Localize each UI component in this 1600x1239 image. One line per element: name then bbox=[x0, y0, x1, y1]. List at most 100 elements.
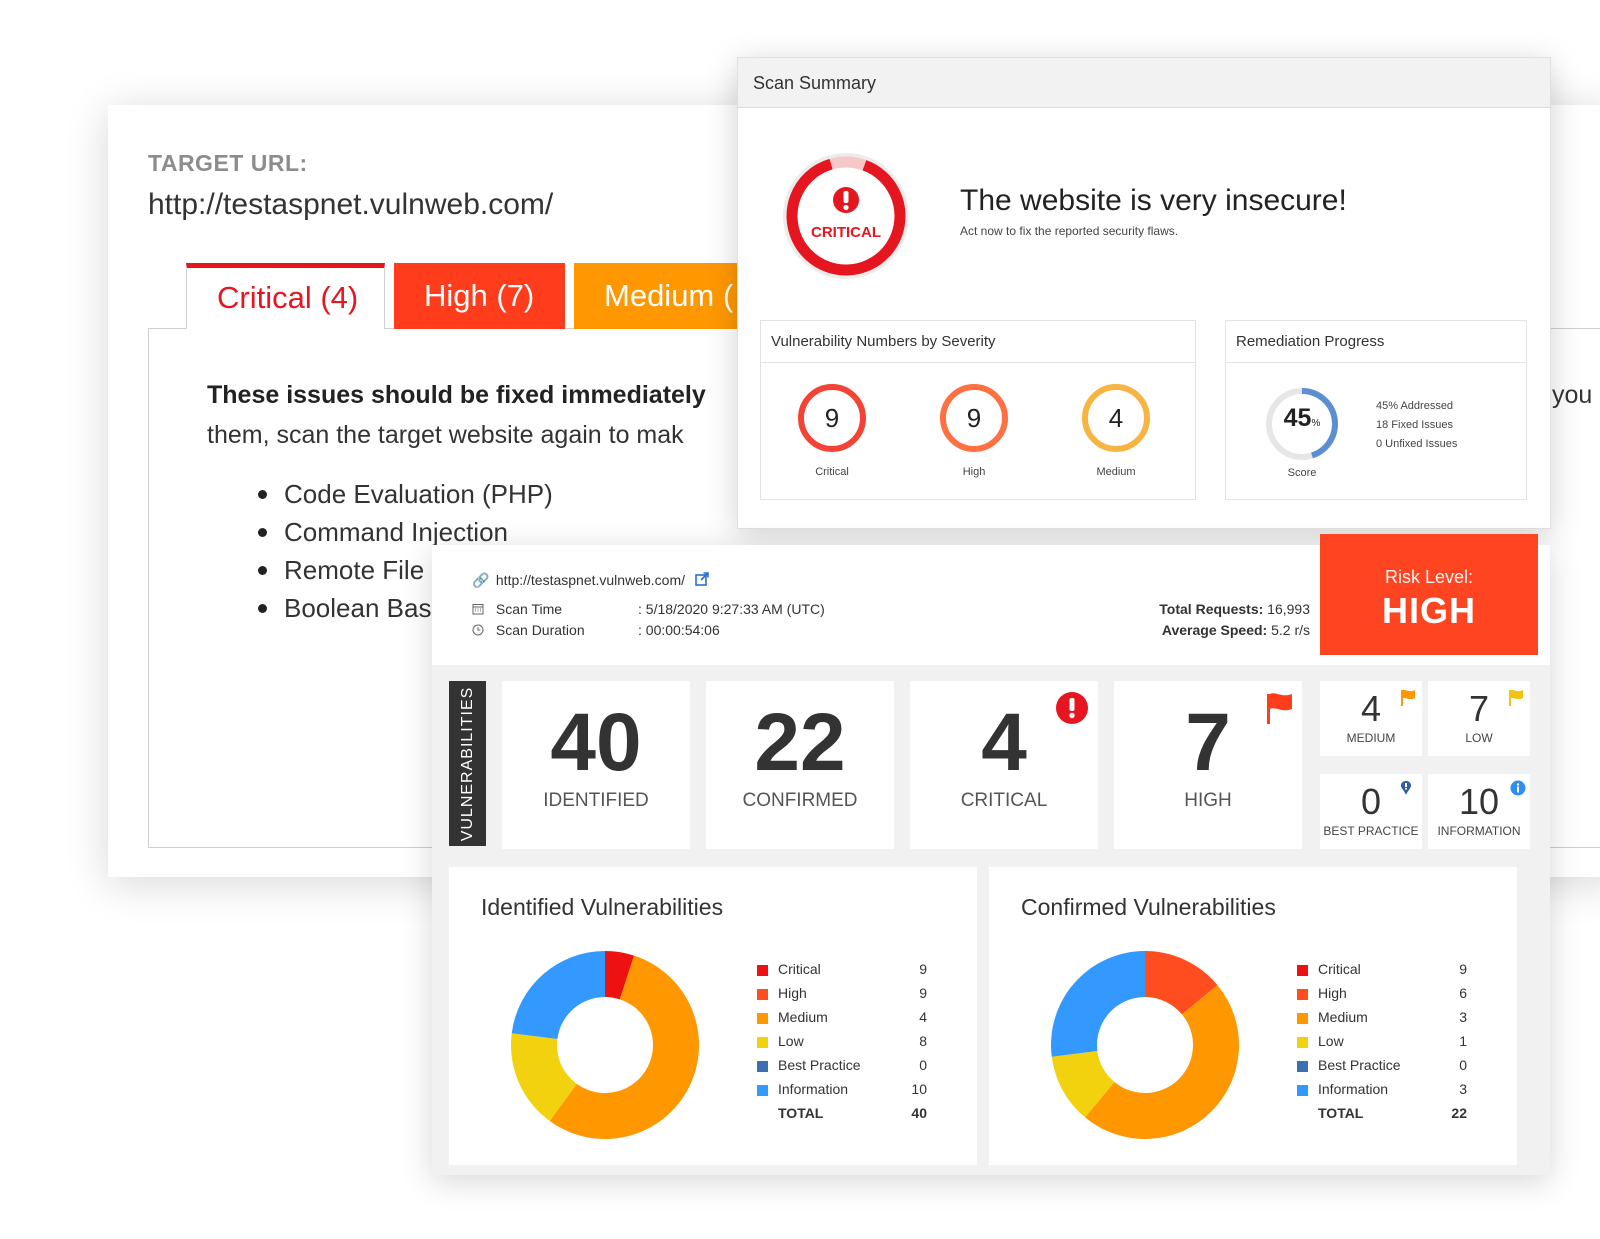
information-small-stat: 10 INFORMATION bbox=[1428, 774, 1530, 849]
confirmed-count: 22 bbox=[754, 697, 846, 788]
legend-total-value: 22 bbox=[1451, 1105, 1467, 1121]
identified-donut-chart bbox=[511, 951, 699, 1139]
donut-slice-information[interactable] bbox=[1051, 951, 1145, 1057]
legend-item: Medium 3 bbox=[1297, 1007, 1467, 1031]
legend-label: Best Practice bbox=[778, 1057, 861, 1073]
scan-info-header: 🔗 http://testaspnet.vulnweb.com/ Scan Ti… bbox=[432, 534, 1550, 665]
legend-total-label: TOTAL bbox=[1318, 1105, 1364, 1121]
legend-swatch bbox=[1297, 1061, 1308, 1072]
legend-item: Information 3 bbox=[1297, 1079, 1467, 1103]
legend-item: Low 1 bbox=[1297, 1031, 1467, 1055]
scan-url[interactable]: http://testaspnet.vulnweb.com/ bbox=[496, 572, 685, 588]
identified-chart-card: Identified Vulnerabilities Critical 9 Hig… bbox=[449, 867, 977, 1165]
legend-total: TOTAL 22 bbox=[1297, 1103, 1467, 1127]
calendar-icon bbox=[472, 604, 484, 615]
high-count: 9 bbox=[966, 403, 982, 433]
info-icon bbox=[1510, 780, 1526, 796]
legend-label: Low bbox=[778, 1033, 804, 1049]
confirmed-label: CONFIRMED bbox=[742, 790, 858, 811]
vulnerability-dashboard: 🔗 http://testaspnet.vulnweb.com/ Scan Ti… bbox=[432, 534, 1550, 1175]
average-speed: Average Speed: 5.2 r/s bbox=[1162, 622, 1310, 638]
legend-swatch bbox=[1297, 1037, 1308, 1048]
scan-time-value: : 5/18/2020 9:27:33 AM (UTC) bbox=[638, 601, 825, 617]
legend-swatch bbox=[757, 1085, 768, 1096]
high-stat: 7 HIGH bbox=[1114, 681, 1302, 849]
unfixed-issues-text: 0 Unfixed Issues bbox=[1376, 438, 1458, 450]
legend-swatch bbox=[757, 989, 768, 1000]
tab-high[interactable]: High (7) bbox=[394, 263, 565, 329]
link-icon: 🔗 bbox=[472, 572, 490, 588]
high-flag-icon bbox=[1267, 693, 1292, 724]
scan-summary-header: Scan Summary bbox=[738, 58, 1550, 108]
high-count-label: High bbox=[962, 466, 986, 478]
severity-box: Vulnerability Numbers by Severity 9 9 4 … bbox=[760, 320, 1196, 500]
target-url-label: TARGET URL: bbox=[148, 150, 308, 176]
legend-item: Critical 9 bbox=[1297, 959, 1467, 983]
critical-count: 9 bbox=[824, 403, 840, 433]
risk-level-badge: Risk Level: HIGH bbox=[1320, 534, 1538, 655]
legend-label: Critical bbox=[1318, 961, 1361, 977]
legend-item: Information 10 bbox=[757, 1079, 927, 1103]
legend-swatch bbox=[757, 1037, 768, 1048]
insecure-subtitle: Act now to fix the reported security fla… bbox=[960, 224, 1179, 238]
average-speed-value: 5.2 r/s bbox=[1271, 622, 1310, 638]
confirmed-donut-chart bbox=[1051, 951, 1239, 1139]
legend-value: 10 bbox=[911, 1081, 927, 1097]
low-small-label: LOW bbox=[1465, 731, 1493, 745]
legend-item: Critical 9 bbox=[757, 959, 927, 983]
legend-item: Medium 4 bbox=[757, 1007, 927, 1031]
alert-icon bbox=[833, 187, 859, 213]
legend-swatch bbox=[1297, 1013, 1308, 1024]
best-practice-small-stat: 0 BEST PRACTICE bbox=[1320, 774, 1422, 849]
legend-label: Low bbox=[1318, 1033, 1344, 1049]
list-item[interactable]: Code Evaluation (PHP) bbox=[254, 475, 553, 513]
vulnerabilities-side-label: VULNERABILITIES bbox=[449, 681, 486, 846]
issues-trailing-text: you bbox=[1552, 381, 1593, 409]
legend-label: Critical bbox=[778, 961, 821, 977]
identified-label: IDENTIFIED bbox=[543, 790, 649, 811]
tab-medium[interactable]: Medium ( bbox=[574, 263, 744, 329]
critical-badge: CRITICAL bbox=[811, 224, 881, 241]
score-value: 45% bbox=[1283, 404, 1321, 432]
average-speed-label: Average Speed: bbox=[1161, 622, 1268, 638]
medium-count-label: Medium bbox=[1096, 466, 1136, 478]
legend-item: High 6 bbox=[1297, 983, 1467, 1007]
critical-stat-label: CRITICAL bbox=[960, 790, 1048, 811]
legend-item: Best Practice 0 bbox=[1297, 1055, 1467, 1079]
confirmed-chart-card: Confirmed Vulnerabilities Critical 9 High… bbox=[989, 867, 1517, 1165]
risk-level-value: HIGH bbox=[1382, 590, 1476, 631]
legend-label: Best Practice bbox=[1318, 1057, 1401, 1073]
external-link-icon[interactable] bbox=[695, 572, 709, 586]
legend-value: 6 bbox=[1459, 985, 1467, 1001]
confirmed-stat: 22 CONFIRMED bbox=[706, 681, 894, 849]
critical-alert-icon bbox=[1056, 692, 1088, 724]
total-requests-value: 16,993 bbox=[1267, 601, 1310, 617]
target-url[interactable]: http://testaspnet.vulnweb.com/ bbox=[148, 188, 553, 222]
donut-slice-information[interactable] bbox=[511, 951, 605, 1039]
total-requests: Total Requests: 16,993 bbox=[1159, 601, 1310, 617]
identified-stat: 40 IDENTIFIED bbox=[502, 681, 690, 849]
legend-value: 3 bbox=[1459, 1009, 1467, 1025]
medium-flag-icon bbox=[1401, 689, 1415, 706]
critical-ring bbox=[783, 153, 909, 279]
scan-summary-panel: Scan Summary CRITICAL The website is ver… bbox=[737, 57, 1551, 529]
legend-swatch bbox=[757, 965, 768, 976]
legend-label: Medium bbox=[778, 1009, 828, 1025]
tab-critical[interactable]: Critical (4) bbox=[186, 263, 385, 329]
legend-value: 9 bbox=[919, 961, 927, 977]
legend-value: 1 bbox=[1459, 1033, 1467, 1049]
clock-icon bbox=[472, 624, 484, 636]
legend-value: 8 bbox=[919, 1033, 927, 1049]
insecure-title: The website is very insecure! bbox=[960, 184, 1347, 217]
identified-chart-title: Identified Vulnerabilities bbox=[481, 894, 724, 920]
low-small-stat: 7 LOW bbox=[1428, 681, 1530, 756]
legend-item: Best Practice 0 bbox=[757, 1055, 927, 1079]
identified-legend: Critical 9 High 9 Medium 4 Low 8 Best Practi… bbox=[757, 959, 927, 1127]
issues-description: them, scan the target website again to m… bbox=[207, 421, 684, 449]
remediation-title: Remediation Progress bbox=[1226, 321, 1526, 363]
medium-small-label: MEDIUM bbox=[1346, 731, 1396, 745]
legend-total: TOTAL 40 bbox=[757, 1103, 927, 1127]
scan-time-label: Scan Time bbox=[495, 601, 563, 617]
legend-label: Medium bbox=[1318, 1009, 1368, 1025]
medium-small-stat: 4 MEDIUM bbox=[1320, 681, 1422, 756]
